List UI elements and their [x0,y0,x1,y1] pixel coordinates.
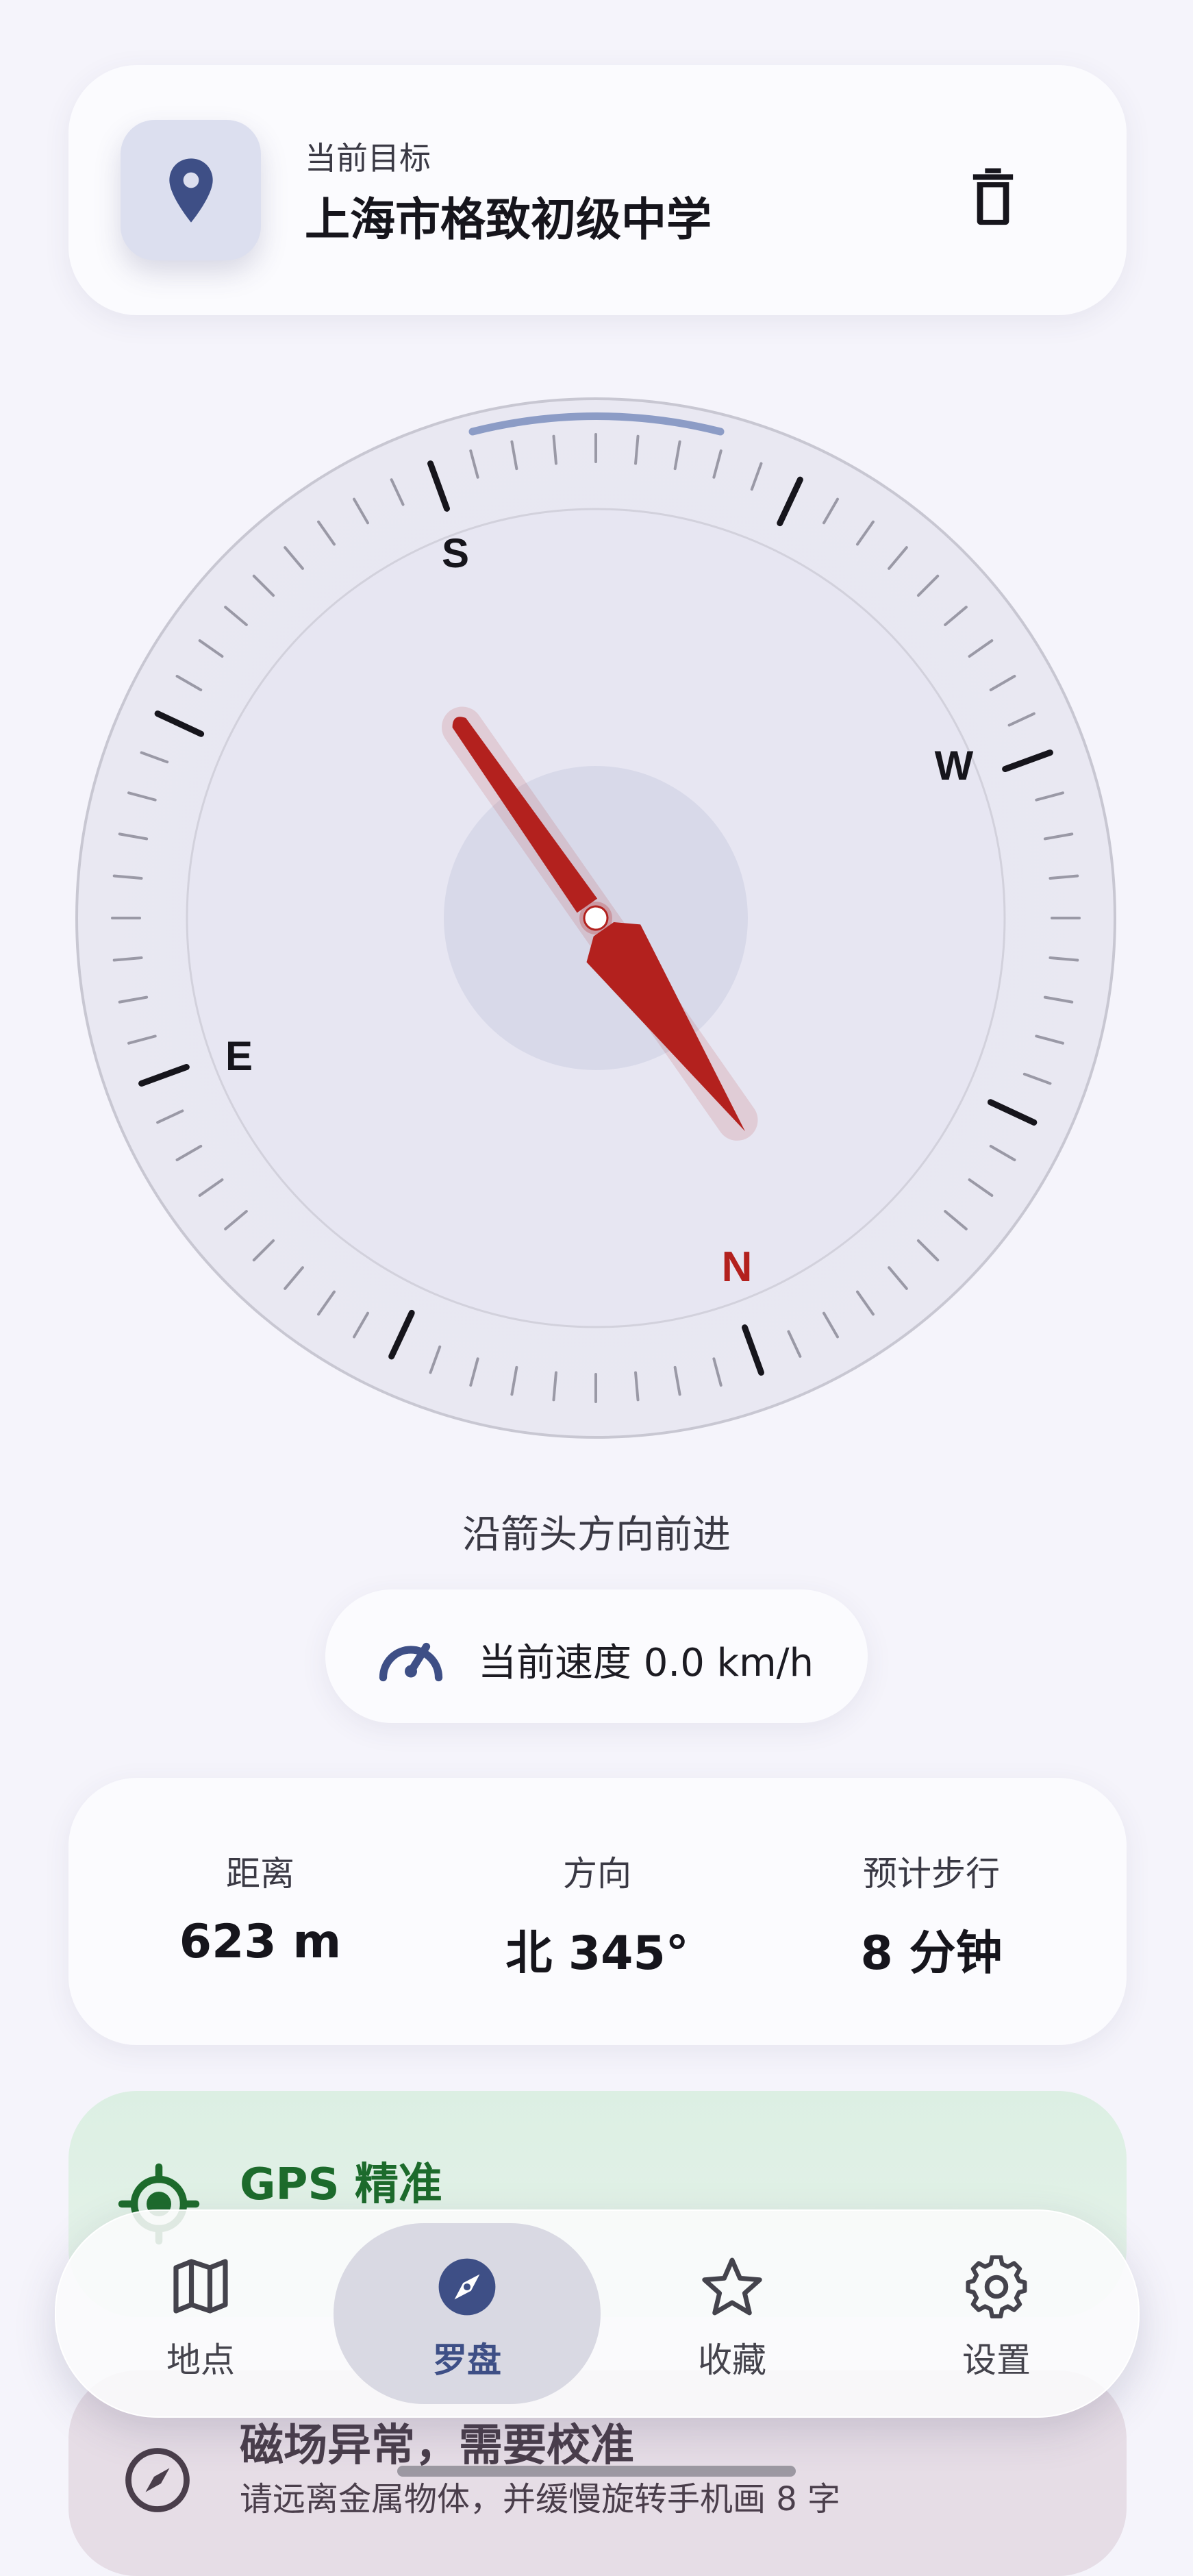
compass-label-s: S [442,530,469,576]
compass-icon [438,2258,496,2316]
map-icon [173,2259,228,2314]
compass-dial: S W E N [75,397,1116,1439]
nav-item-settings[interactable]: 设置 [863,2211,1130,2416]
direction-hint: 沿箭头方向前进 [462,1513,731,1557]
delete-button[interactable] [949,151,1038,240]
magnetic-warning-subtitle: 请远离金属物体，并缓慢旋转手机画 8 字 [240,2480,841,2518]
nav-label: 设置 [962,2340,1031,2380]
magnetic-warning-title: 磁场异常，需要校准 [240,2420,634,2471]
gear-icon [966,2255,1027,2318]
stat-value: 北 345° [505,1927,689,1981]
stat-label: 距离 [226,1854,294,1894]
compass-label-w: W [935,743,974,789]
nav-label: 收藏 [698,2340,766,2380]
compass: S W E N [68,391,1123,1446]
speed-pill: 当前速度 0.0 km/h [325,1589,868,1723]
speedometer-icon [379,1642,443,1682]
gps-status-title: GPS 精准 [240,2159,442,2210]
nav-label: 地点 [166,2340,235,2380]
speed-text: 当前速度 0.0 km/h [478,1641,814,1685]
stats-card: 距离 623 m 方向 北 345° 预计步行 8 分钟 [68,1778,1127,2045]
stat-label: 方向 [563,1854,631,1894]
stat-value: 623 m [179,1915,342,1969]
target-name: 上海市格致初级中学 [305,193,712,246]
stat-label: 预计步行 [863,1854,1000,1894]
nav-label: 罗盘 [433,2340,501,2380]
star-icon [702,2257,762,2316]
compass-warning-icon [125,2448,190,2512]
target-card[interactable]: 当前目标 上海市格致初级中学 [68,65,1127,315]
location-pin-icon [168,158,213,223]
nav-item-compass[interactable]: 罗盘 [334,2211,601,2416]
location-pin-tile [121,120,261,260]
bottom-nav: 地点 罗盘 收藏 设置 [55,2209,1140,2418]
compass-label-n: N [722,1243,753,1291]
stat-value: 8 分钟 [860,1927,1003,1981]
target-label: 当前目标 [305,140,431,177]
home-indicator [397,2466,796,2477]
nav-item-places[interactable]: 地点 [67,2211,334,2416]
nav-item-favorites[interactable]: 收藏 [599,2211,866,2416]
compass-label-e: E [225,1033,253,1079]
trash-icon [972,168,1014,225]
